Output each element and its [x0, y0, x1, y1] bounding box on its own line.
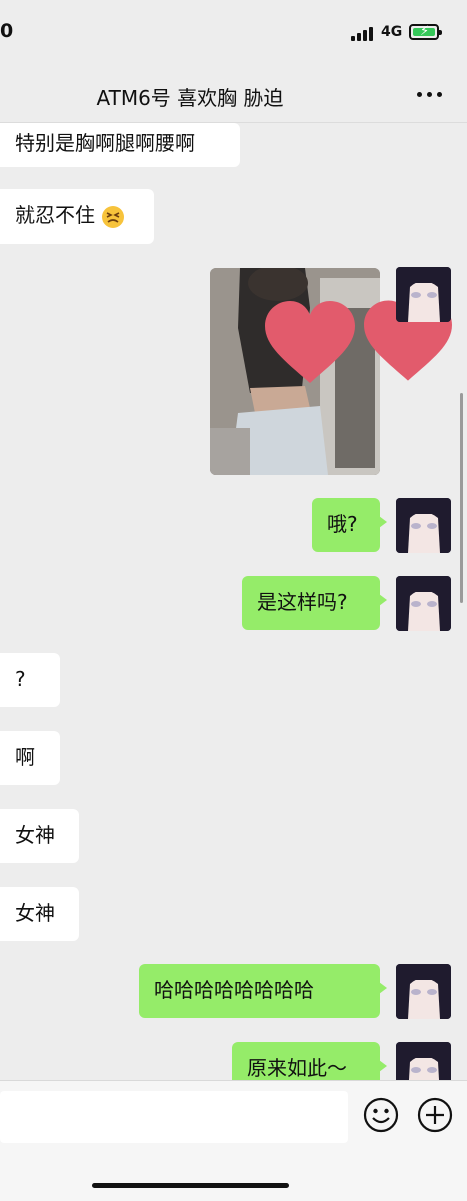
message-bubble-incoming[interactable]: 啊: [0, 731, 60, 785]
signal-icon: [351, 27, 375, 41]
message-list[interactable]: 特别是胸啊腿啊腰啊 就忍不住 哦? 是这样吗? ? 啊 女神 女神 哈哈哈哈哈哈…: [0, 123, 467, 1080]
message-text: 特别是胸啊腿啊腰啊: [15, 131, 195, 155]
scrollbar[interactable]: [460, 393, 463, 603]
more-dots-icon[interactable]: [414, 92, 444, 98]
avatar[interactable]: [396, 964, 451, 1019]
message-bubble-incoming[interactable]: ?: [0, 653, 60, 707]
message-bubble-outgoing[interactable]: 原来如此～: [232, 1042, 387, 1080]
message-bubble-incoming[interactable]: 女神: [0, 809, 79, 863]
status-bar: 0 4G ⚡: [0, 0, 467, 62]
home-indicator[interactable]: [92, 1183, 289, 1188]
message-text: 女神: [15, 901, 55, 925]
chat-title: ATM6号 喜欢胸 胁迫: [96, 86, 284, 110]
message-text: 啊: [15, 745, 35, 769]
photo-message[interactable]: [210, 268, 380, 475]
avatar[interactable]: [396, 1042, 451, 1080]
message-input[interactable]: [0, 1091, 348, 1143]
persevering-face-emoji: [102, 205, 125, 228]
message-text: 就忍不住: [15, 203, 95, 227]
message-bubble-outgoing[interactable]: 哈哈哈哈哈哈哈哈: [139, 964, 387, 1018]
message-bubble-outgoing[interactable]: 是这样吗?: [242, 576, 387, 630]
message-text: 哦?: [327, 512, 358, 536]
status-time: 0: [0, 20, 14, 42]
avatar[interactable]: [396, 267, 451, 322]
message-bubble-incoming[interactable]: 特别是胸啊腿啊腰啊: [0, 123, 240, 167]
message-bubble-outgoing[interactable]: 哦?: [312, 498, 387, 552]
avatar[interactable]: [396, 576, 451, 631]
chat-header: ATM6号 喜欢胸 胁迫: [0, 62, 467, 123]
message-text: 女神: [15, 823, 55, 847]
message-bubble-incoming[interactable]: 就忍不住: [0, 189, 154, 244]
message-bubble-incoming[interactable]: 女神: [0, 887, 79, 941]
message-text: ?: [15, 667, 26, 691]
avatar[interactable]: [396, 498, 451, 553]
plus-circle-icon[interactable]: [417, 1097, 453, 1133]
message-text: 哈哈哈哈哈哈哈哈: [154, 978, 314, 1002]
message-text: 是这样吗?: [257, 590, 348, 614]
network-type: 4G: [381, 24, 403, 40]
message-text: 原来如此～: [247, 1056, 347, 1080]
battery-icon: ⚡: [409, 24, 442, 40]
heart-sticker: [265, 301, 355, 383]
emoji-face-icon[interactable]: [363, 1097, 399, 1133]
